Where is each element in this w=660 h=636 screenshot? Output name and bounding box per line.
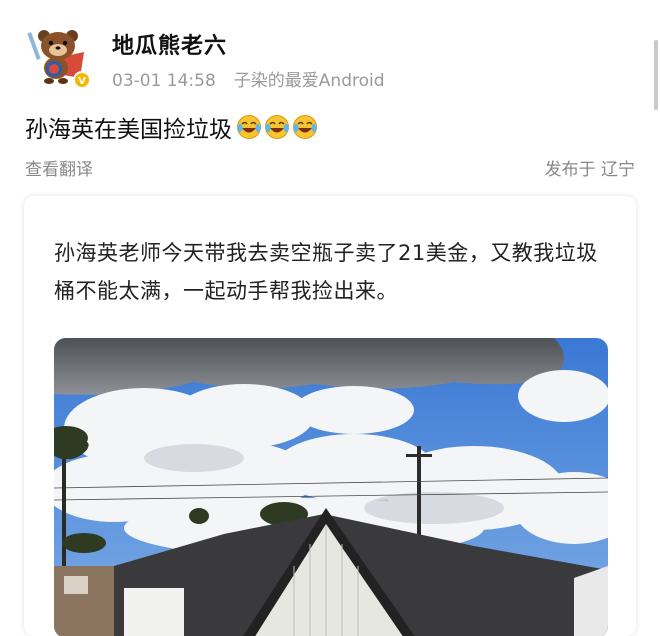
laugh-cry-emoji-icon [292,114,318,140]
translate-link[interactable]: 查看翻译 [25,155,93,180]
scrollbar[interactable] [654,40,658,110]
weibo-post: V 地瓜熊老六 03-01 14:58 子染的最爱Android 孙海英在美国捡垃… [0,0,660,636]
laugh-cry-emoji-icon [264,114,290,140]
post-text: 孙海英在美国捡垃圾 [25,117,232,143]
svg-text:V: V [78,76,86,87]
emoji-group [234,114,318,140]
post-source[interactable]: 子染的最爱Android [234,71,385,91]
card-text: 孙海英老师今天带我去卖空瓶子卖了21美金，又教我垃圾桶不能太满，一起动手帮我捡出… [54,241,598,303]
laugh-cry-emoji-icon [236,114,262,140]
post-meta: 03-01 14:58 子染的最爱Android [112,66,385,91]
post-location: 发布于 辽宁 [544,160,635,180]
bear-mascot-icon: V [26,24,92,90]
username[interactable]: 地瓜熊老六 [112,28,227,60]
post-content: 孙海英在美国捡垃圾 [25,110,318,144]
post-time: 03-01 14:58 [112,71,216,91]
user-avatar[interactable]: V [26,24,92,90]
quoted-image-card[interactable]: 孙海英老师今天带我去卖空瓶子卖了21美金，又教我垃圾桶不能太满，一起动手帮我捡出… [24,196,636,636]
sky-house-photo[interactable] [54,338,608,636]
